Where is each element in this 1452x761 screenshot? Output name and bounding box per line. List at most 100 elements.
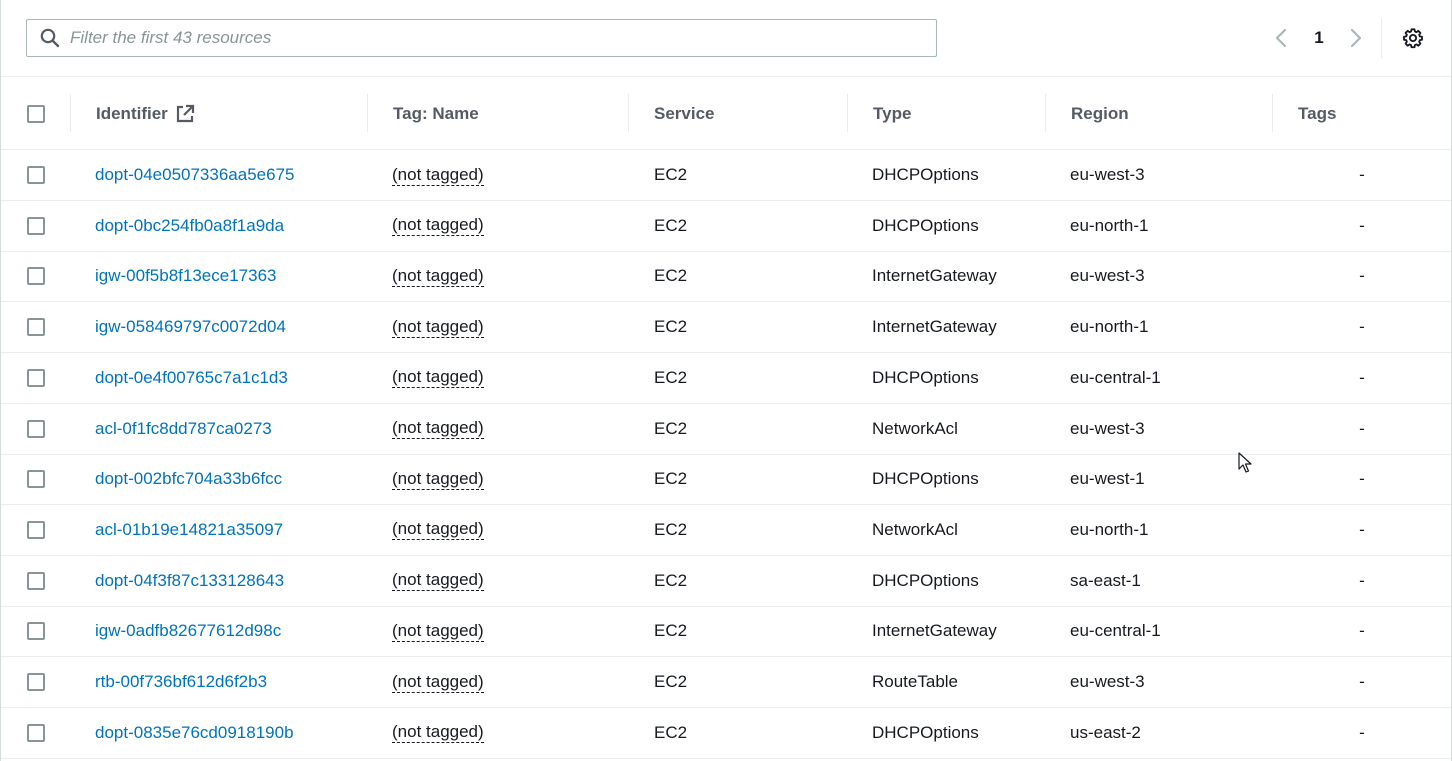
filter-search-box[interactable] [26, 19, 937, 57]
tags-cell: - [1359, 418, 1365, 438]
row-checkbox[interactable] [27, 470, 45, 489]
column-header-type[interactable]: Type [873, 77, 911, 150]
resource-identifier-link[interactable]: dopt-0e4f00765c7a1c1d3 [95, 353, 288, 403]
region-cell: eu-west-1 [1070, 469, 1145, 489]
chevron-right-icon [1350, 28, 1362, 48]
tag-name-value[interactable]: (not tagged) [392, 672, 484, 693]
resource-identifier-link[interactable]: igw-0adfb82677612d98c [95, 606, 281, 656]
service-cell: EC2 [654, 570, 688, 590]
row-checkbox[interactable] [27, 520, 45, 539]
service-cell: EC2 [654, 621, 688, 641]
row-select-cell [27, 251, 45, 301]
column-header-identifier-label: Identifier [96, 103, 168, 123]
table-row: dopt-002bfc704a33b6fcc (not tagged) EC2 DHC… [1, 454, 1451, 506]
tag-name-value[interactable]: (not tagged) [392, 570, 484, 592]
row-checkbox[interactable] [27, 368, 45, 387]
region-cell: eu-north-1 [1070, 317, 1149, 337]
tag-name-cell[interactable]: (not tagged) [392, 657, 484, 707]
column-header-identifier[interactable]: Identifier [96, 77, 195, 150]
service-cell: EC2 [654, 418, 688, 438]
resource-identifier-link[interactable]: rtb-00f736bf612d6f2b3 [95, 657, 267, 707]
column-header-tags[interactable]: Tags [1298, 77, 1336, 150]
previous-page-button[interactable] [1269, 22, 1293, 54]
table-toolbar: 1 [1, 0, 1451, 77]
tag-name-value[interactable]: (not tagged) [392, 165, 484, 186]
table-row: igw-058469797c0072d04 (not tagged) EC2 Inte… [1, 302, 1451, 354]
resource-identifier-link[interactable]: igw-00f5b8f13ece17363 [95, 251, 276, 301]
region-cell: eu-west-3 [1070, 165, 1145, 184]
column-divider [628, 94, 629, 132]
select-all-cell [27, 77, 45, 150]
row-checkbox[interactable] [27, 723, 45, 742]
resource-table-panel: 1 Identifier Tag: Name Service [0, 0, 1452, 761]
row-checkbox[interactable] [27, 267, 45, 286]
tag-name-value[interactable]: (not tagged) [392, 266, 484, 287]
tag-name-cell[interactable]: (not tagged) [392, 708, 484, 758]
type-cell: DHCPOptions [872, 367, 979, 387]
resource-identifier-link[interactable]: dopt-0bc254fb0a8f1a9da [95, 201, 284, 251]
tag-name-cell[interactable]: (not tagged) [392, 454, 484, 504]
resource-identifier-link[interactable]: dopt-0835e76cd0918190b [95, 708, 294, 758]
row-checkbox[interactable] [27, 166, 45, 184]
tag-name-value[interactable]: (not tagged) [392, 469, 484, 490]
tag-name-value[interactable]: (not tagged) [392, 317, 484, 338]
tags-cell: - [1359, 469, 1365, 489]
column-divider [847, 94, 848, 132]
tags-cell: - [1359, 570, 1365, 590]
resource-identifier-link[interactable]: acl-0f1fc8dd787ca0273 [95, 404, 272, 454]
table-row: dopt-0bc254fb0a8f1a9da (not tagged) EC2 DHC… [1, 201, 1451, 252]
tag-name-value[interactable]: (not tagged) [392, 215, 484, 237]
column-header-service[interactable]: Service [654, 77, 715, 150]
tags-cell: - [1359, 215, 1365, 235]
row-checkbox[interactable] [27, 673, 45, 691]
tag-name-value[interactable]: (not tagged) [392, 367, 484, 389]
select-all-checkbox[interactable] [27, 104, 45, 123]
tags-cell: - [1359, 519, 1365, 539]
region-cell: eu-north-1 [1070, 215, 1149, 235]
tag-name-cell[interactable]: (not tagged) [392, 505, 484, 555]
tag-name-value[interactable]: (not tagged) [392, 621, 484, 642]
column-divider [367, 94, 368, 132]
row-checkbox[interactable] [27, 419, 45, 438]
preferences-button[interactable] [1401, 26, 1425, 50]
resource-identifier-link[interactable]: dopt-002bfc704a33b6fcc [95, 454, 282, 504]
tag-name-cell[interactable]: (not tagged) [392, 353, 484, 403]
column-divider [1272, 94, 1273, 132]
resource-identifier-link[interactable]: dopt-04f3f87c133128643 [95, 556, 284, 606]
gear-icon [1403, 28, 1423, 49]
tag-name-cell[interactable]: (not tagged) [392, 404, 484, 454]
table-row: dopt-0835e76cd0918190b (not tagged) EC2 DHC… [1, 708, 1451, 759]
region-cell: sa-east-1 [1070, 570, 1141, 590]
resource-identifier-link[interactable]: dopt-04e0507336aa5e675 [95, 150, 294, 200]
row-checkbox[interactable] [27, 318, 45, 337]
tag-name-cell[interactable]: (not tagged) [392, 606, 484, 656]
tag-name-cell[interactable]: (not tagged) [392, 201, 484, 251]
tag-name-cell[interactable]: (not tagged) [392, 150, 484, 200]
type-cell: NetworkAcl [872, 418, 958, 438]
row-checkbox[interactable] [27, 571, 45, 590]
resource-identifier-link[interactable]: acl-01b19e14821a35097 [95, 505, 283, 555]
resource-identifier-link[interactable]: igw-058469797c0072d04 [95, 302, 286, 352]
table-row: dopt-04e0507336aa5e675 (not tagged) EC2 DHC… [1, 150, 1451, 201]
tag-name-value[interactable]: (not tagged) [392, 722, 484, 744]
tag-name-value[interactable]: (not tagged) [392, 519, 484, 541]
current-page-number[interactable]: 1 [1307, 22, 1331, 54]
column-divider [70, 94, 71, 132]
row-select-cell [27, 708, 45, 758]
tag-name-cell[interactable]: (not tagged) [392, 556, 484, 606]
tag-name-value[interactable]: (not tagged) [392, 418, 484, 439]
row-checkbox[interactable] [27, 216, 45, 235]
service-cell: EC2 [654, 367, 688, 387]
column-header-region[interactable]: Region [1071, 77, 1129, 150]
tag-name-cell[interactable]: (not tagged) [392, 251, 484, 301]
next-page-button[interactable] [1344, 22, 1368, 54]
row-select-cell [27, 150, 45, 200]
row-checkbox[interactable] [27, 622, 45, 641]
filter-input[interactable] [70, 21, 936, 55]
region-cell: us-east-2 [1070, 722, 1141, 742]
column-header-tag-name[interactable]: Tag: Name [393, 77, 479, 150]
tags-cell: - [1359, 672, 1365, 691]
tag-name-cell[interactable]: (not tagged) [392, 302, 484, 352]
service-cell: EC2 [654, 165, 688, 184]
mouse-cursor-icon [1238, 452, 1252, 473]
